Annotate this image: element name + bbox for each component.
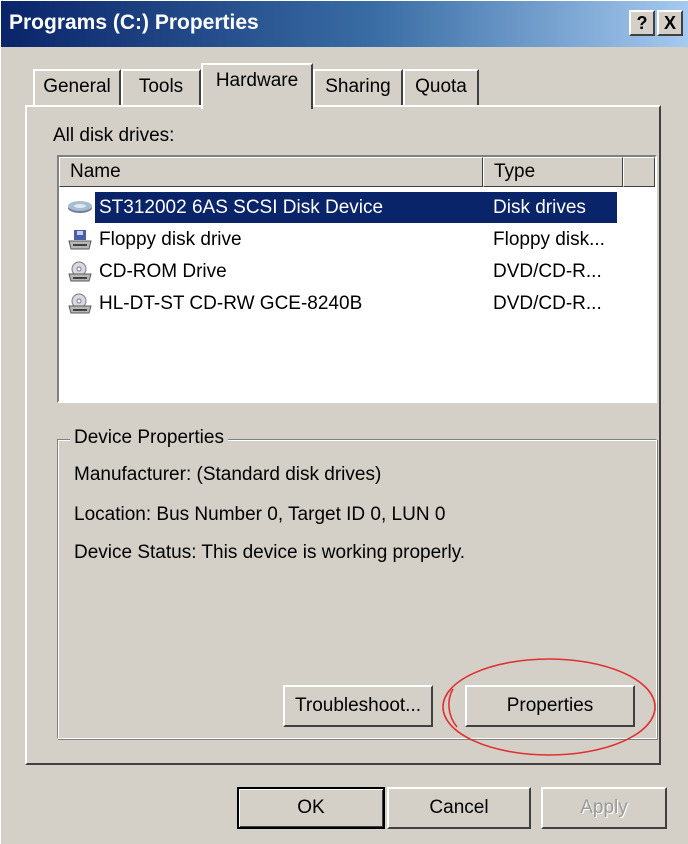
group-title: Device Properties xyxy=(70,427,228,449)
list-item[interactable]: ST312002 6AS SCSI Disk Device Disk drive… xyxy=(63,192,653,223)
tab-general[interactable]: General xyxy=(33,69,121,107)
hard-disk-icon xyxy=(68,201,92,213)
drive-name: ST312002 6AS SCSI Disk Device xyxy=(99,197,384,218)
properties-dialog: Programs (C:) Properties ? X General Too… xyxy=(0,0,688,844)
drive-type: Floppy disk... xyxy=(493,229,605,250)
drive-type: DVD/CD-R... xyxy=(493,293,602,314)
title-bar[interactable]: Programs (C:) Properties ? X xyxy=(1,1,688,47)
ok-button[interactable]: OK xyxy=(237,787,385,829)
disk-drives-list[interactable]: Name Type ST312002 6AS SCSI Disk Device … xyxy=(57,155,657,403)
list-item[interactable]: CD-ROM Drive DVD/CD-R... xyxy=(63,256,653,287)
help-button[interactable]: ? xyxy=(629,10,655,36)
cd-drive-icon xyxy=(68,261,92,282)
column-header-filler xyxy=(623,157,655,187)
properties-button[interactable]: Properties xyxy=(465,685,635,727)
troubleshoot-button[interactable]: Troubleshoot... xyxy=(283,685,433,727)
list-item[interactable]: HL-DT-ST CD-RW GCE-8240B DVD/CD-R... xyxy=(63,288,653,319)
device-status-text: Device Status: This device is working pr… xyxy=(74,542,466,563)
all-disk-drives-label: All disk drives: xyxy=(53,125,175,146)
drive-name: Floppy disk drive xyxy=(99,229,242,250)
tab-tools[interactable]: Tools xyxy=(121,69,201,107)
cd-drive-icon xyxy=(68,293,92,314)
list-item[interactable]: Floppy disk drive Floppy disk... xyxy=(63,224,653,255)
manufacturer-text: Manufacturer: (Standard disk drives) xyxy=(74,464,382,485)
cancel-button[interactable]: Cancel xyxy=(387,787,531,829)
window-title: Programs (C:) Properties xyxy=(9,11,259,34)
drive-name: CD-ROM Drive xyxy=(99,261,227,282)
apply-button[interactable]: Apply xyxy=(541,787,667,829)
tab-quota[interactable]: Quota xyxy=(403,69,479,107)
drive-name: HL-DT-ST CD-RW GCE-8240B xyxy=(99,293,363,314)
location-text: Location: Bus Number 0, Target ID 0, LUN… xyxy=(74,504,446,525)
tab-hardware[interactable]: Hardware xyxy=(201,63,313,109)
drive-type: Disk drives xyxy=(493,197,586,218)
column-header-type[interactable]: Type xyxy=(483,157,623,187)
column-header-name[interactable]: Name xyxy=(59,157,483,187)
tab-sharing[interactable]: Sharing xyxy=(313,69,403,107)
drive-type: DVD/CD-R... xyxy=(493,261,602,282)
floppy-drive-icon xyxy=(68,230,92,250)
close-button[interactable]: X xyxy=(657,10,683,36)
